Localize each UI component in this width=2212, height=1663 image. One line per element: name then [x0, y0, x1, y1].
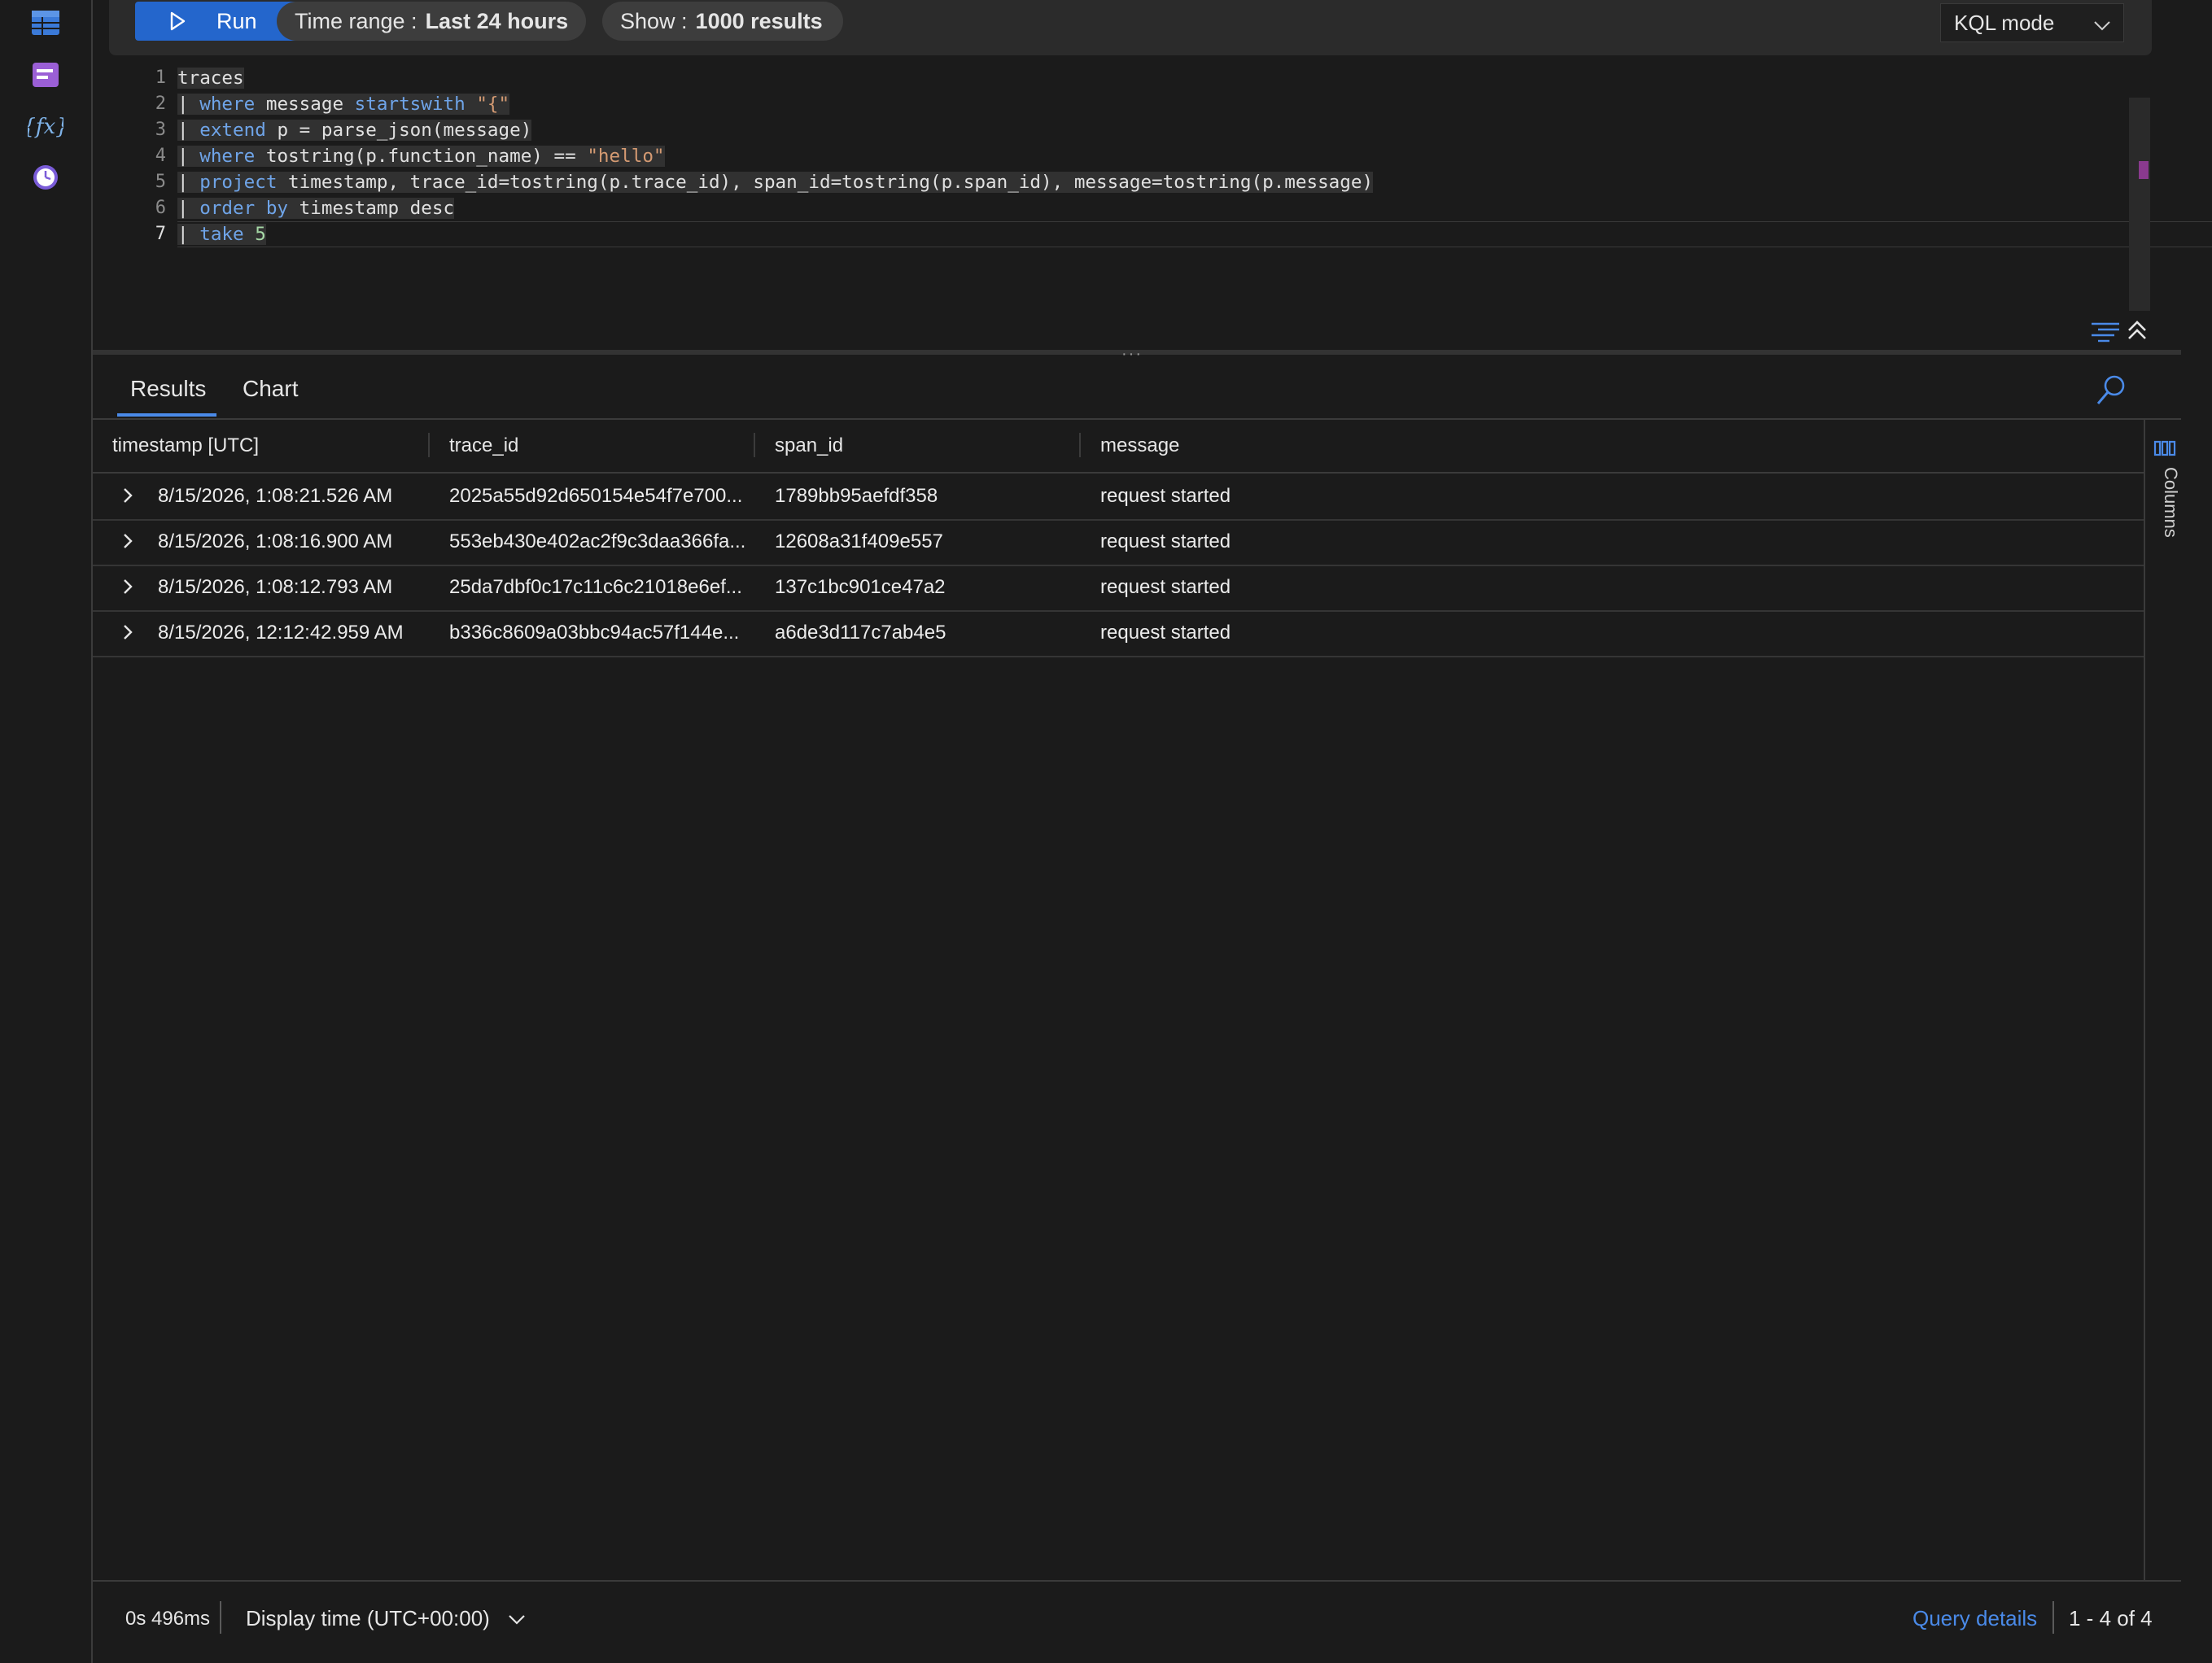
results-tabs: Results Chart: [93, 371, 2181, 420]
columns-icon[interactable]: [2153, 439, 2176, 461]
cell-message: request started: [1100, 530, 1231, 552]
code-line-6: | order by timestamp desc: [177, 198, 455, 219]
left-rail: {fx}: [0, 0, 93, 1663]
column-resize-handle[interactable]: [428, 433, 430, 457]
current-line-highlight: [177, 221, 2212, 247]
code-line-2: | where message startswith "{": [177, 94, 510, 115]
line-number: 5: [155, 172, 166, 192]
search-icon[interactable]: [2095, 373, 2127, 412]
tab-chart[interactable]: Chart: [243, 376, 298, 402]
editor-scrollbar[interactable]: [2129, 98, 2150, 311]
history-icon[interactable]: [28, 159, 63, 195]
svg-text:{fx}: {fx}: [28, 115, 63, 139]
chevron-right-icon[interactable]: [120, 576, 135, 601]
chevron-right-icon[interactable]: [120, 485, 135, 510]
active-tab-indicator: [117, 413, 216, 417]
result-count: 1 - 4 of 4: [2069, 1606, 2153, 1630]
time-range-picker[interactable]: Time range : Last 24 hours: [277, 2, 586, 41]
show-value: 1000 results: [695, 8, 823, 33]
table-row[interactable]: 8/15/2026, 1:08:21.526 AM 2025a55d92d650…: [93, 474, 2144, 521]
kql-mode-dropdown[interactable]: KQL mode: [1940, 3, 2124, 42]
cell-trace-id: b336c8609a03bbc94ac57f144e...: [449, 622, 740, 644]
column-resize-handle[interactable]: [754, 433, 755, 457]
time-range-label: Time range :: [295, 8, 417, 33]
queries-icon[interactable]: [28, 57, 63, 93]
editor-tools: [2090, 317, 2149, 347]
code-line-3: | extend p = parse_json(message): [177, 120, 532, 141]
tab-results[interactable]: Results: [130, 376, 206, 402]
cell-message: request started: [1100, 485, 1231, 507]
cell-trace-id: 25da7dbf0c17c11c6c21018e6ef...: [449, 576, 742, 598]
cell-message: request started: [1100, 622, 1231, 644]
line-number: 1: [155, 68, 166, 88]
cell-span-id: a6de3d117c7ab4e5: [775, 622, 946, 644]
scrollbar-marker: [2139, 161, 2149, 179]
chevron-down-icon: [507, 1608, 527, 1633]
table-row[interactable]: 8/15/2026, 12:12:42.959 AM b336c8609a03b…: [93, 610, 2144, 657]
chevron-right-icon[interactable]: [120, 530, 135, 556]
tables-icon[interactable]: [28, 5, 63, 41]
query-editor[interactable]: 1 2 3 4 5 6 7 traces | where message sta…: [93, 65, 2212, 350]
query-details-link[interactable]: Query details: [1913, 1606, 2037, 1631]
line-number: 6: [155, 198, 166, 218]
show-results-picker[interactable]: Show : 1000 results: [602, 2, 843, 41]
column-header-trace-id[interactable]: trace_id: [449, 434, 518, 457]
cell-timestamp: 8/15/2026, 1:08:12.793 AM: [158, 576, 393, 598]
results-grid-header: timestamp [UTC] trace_id span_id message: [93, 420, 2144, 474]
cell-timestamp: 8/15/2026, 1:08:16.900 AM: [158, 530, 393, 552]
code-line-5: | project timestamp, trace_id=tostring(p…: [177, 172, 1374, 193]
code-line-4: | where tostring(p.function_name) == "he…: [177, 146, 665, 167]
column-header-message[interactable]: message: [1100, 434, 1179, 457]
column-header-span-id[interactable]: span_id: [775, 434, 843, 457]
status-bar: 0s 496ms Display time (UTC+00:00) Query …: [93, 1580, 2181, 1647]
cell-span-id: 12608a31f409e557: [775, 530, 943, 552]
cell-span-id: 1789bb95aefdf358: [775, 485, 938, 507]
cell-timestamp: 8/15/2026, 1:08:21.526 AM: [158, 485, 393, 507]
format-query-icon[interactable]: [2090, 317, 2122, 347]
divider: [2052, 1601, 2054, 1634]
splitter-grip-icon: ···: [1121, 345, 1143, 363]
play-icon: [169, 11, 186, 31]
cell-trace-id: 2025a55d92d650154e54f7e700...: [449, 485, 743, 507]
chevron-right-icon[interactable]: [120, 622, 135, 647]
divider: [220, 1601, 221, 1634]
kql-mode-label: KQL mode: [1954, 10, 2055, 35]
functions-icon[interactable]: {fx}: [28, 109, 63, 145]
display-time-dropdown[interactable]: Display time (UTC+00:00): [246, 1606, 527, 1633]
cell-trace-id: 553eb430e402ac2f9c3daa366fa...: [449, 530, 746, 552]
columns-panel-toggle[interactable]: [2144, 420, 2183, 1580]
cell-message: request started: [1100, 576, 1231, 598]
display-time-label: Display time (UTC+00:00): [246, 1606, 490, 1630]
line-number: 4: [155, 146, 166, 166]
column-resize-handle[interactable]: [1079, 433, 1081, 457]
collapse-editor-icon[interactable]: [2126, 317, 2149, 347]
run-label: Run: [216, 8, 257, 33]
column-header-timestamp[interactable]: timestamp [UTC]: [112, 434, 259, 457]
line-number: 3: [155, 120, 166, 140]
table-row[interactable]: 8/15/2026, 1:08:16.900 AM 553eb430e402ac…: [93, 519, 2144, 566]
line-number: 2: [155, 94, 166, 114]
code-line-7: | take 5: [177, 224, 266, 245]
code-line-1: traces: [177, 68, 244, 89]
show-label: Show :: [620, 8, 688, 33]
line-number: 7: [155, 224, 166, 244]
table-row[interactable]: 8/15/2026, 1:08:12.793 AM 25da7dbf0c17c1…: [93, 565, 2144, 612]
time-range-value: Last 24 hours: [425, 8, 569, 33]
cell-span-id: 137c1bc901ce47a2: [775, 576, 946, 598]
chevron-down-icon: [2092, 14, 2112, 39]
cell-timestamp: 8/15/2026, 12:12:42.959 AM: [158, 622, 404, 644]
query-duration: 0s 496ms: [125, 1608, 211, 1630]
query-toolbar: Run Time range : Last 24 hours Show : 10…: [109, 0, 2152, 55]
columns-panel-label[interactable]: Columns: [2160, 467, 2181, 538]
